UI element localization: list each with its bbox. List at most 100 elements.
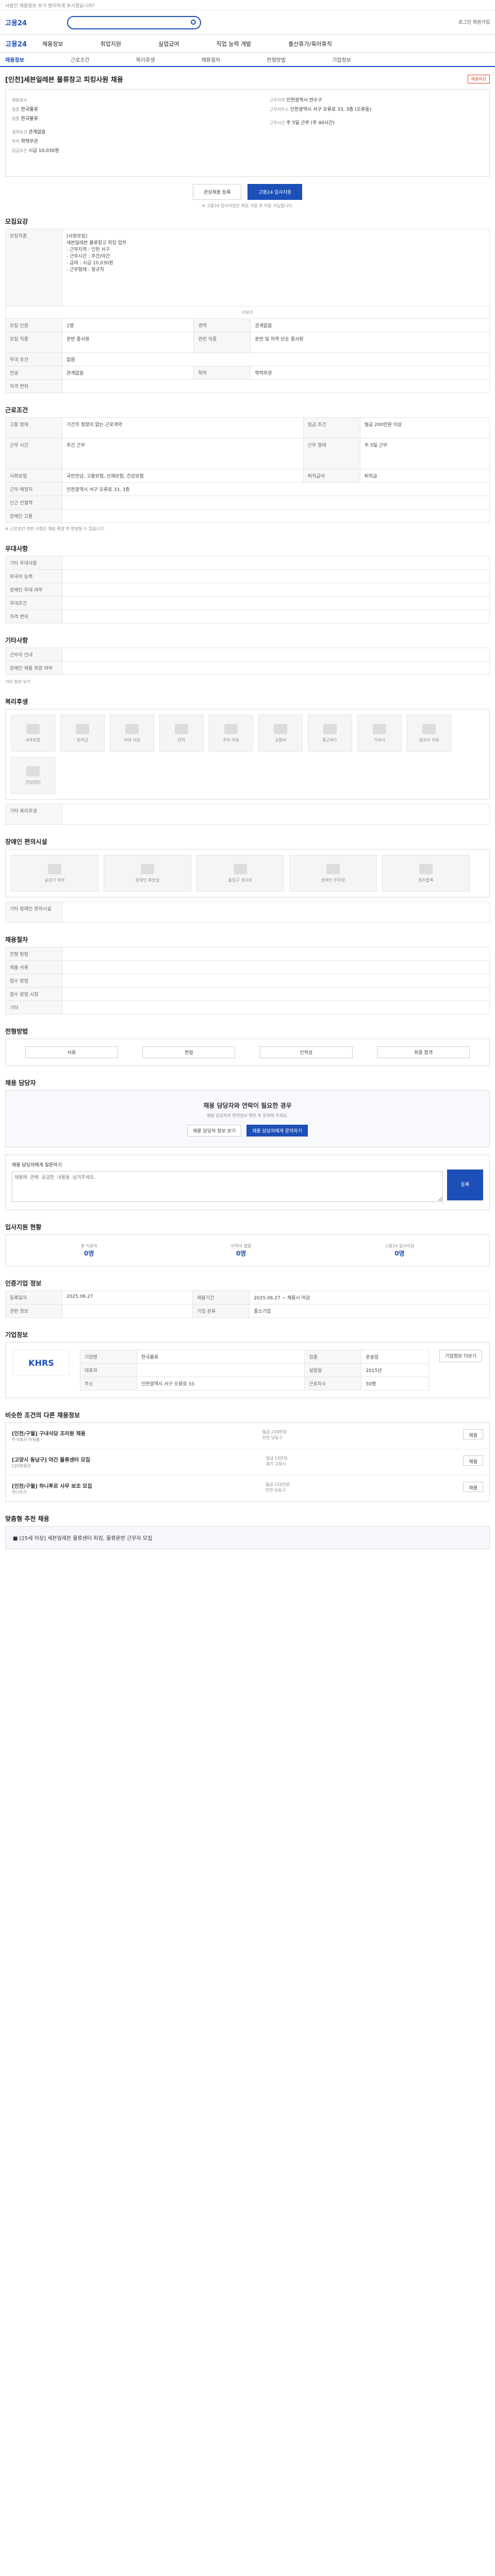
cond-row-value: 국민연금, 고용보험, 산재보험, 건강보험 [62,469,304,483]
tab-company[interactable]: 기업정보 [332,56,351,63]
detail-row-label: 모집 인원 [5,318,62,332]
company-row-value: 운송업 [361,1350,430,1364]
site-logo[interactable]: 고용24 [5,18,41,27]
top-notice-text: 사람인 채용정보 보기 편리하게 보시겠습니까? [5,4,95,9]
similar-item-title[interactable]: [인천/구월] 하니투르 사무 보조 모집 [12,1482,92,1489]
edu-label: 학력 [12,139,20,144]
pref-row-label: 외국어 능력 [5,569,62,583]
top-notice-bar: 사람인 채용정보 보기 편리하게 보시겠습니까? [0,0,495,10]
apply-button[interactable]: 고용24 입사지원 [248,184,303,200]
detail-row-label: 학력 [193,366,251,380]
search-icon[interactable] [191,19,196,25]
tab-welfare[interactable]: 복리후생 [136,56,155,63]
gnb-logo[interactable]: 고용24 [5,39,27,48]
gnb-item-benefit[interactable]: 실업급여 [158,40,179,48]
detail-more-button[interactable]: 더보기 [242,310,253,315]
cond-row-label: 퇴직급여 [303,469,360,483]
access-item: 승강기 여부 [11,855,98,892]
workplace-value: 인천광역시 서구 오류로 33, 3층 (오류동) [290,107,371,112]
access-item-label: 출입구 경사로 [228,877,253,883]
welfare-item-label: 4대보험 [26,737,40,742]
company-row-value [136,1363,305,1377]
detail-row-label: 경력 [193,318,251,332]
method-section-title: 전형방법 [5,1028,28,1035]
cond-row-label: 근무 예정지 [5,482,62,496]
welfare-item-label: 주차 지원 [223,737,239,742]
recommend-banner-text[interactable]: ■ [25세 이상] 세븐일레븐 물류센터 피킹, 물류운반 근무자 모집 [13,1534,482,1541]
welfare-item: 연차 [159,715,204,752]
cond-row-value [62,509,490,523]
gnb-item-leave[interactable]: 출산휴가/육아휴직 [288,40,332,48]
wage-value: 시급 10,030원 [28,148,59,154]
job-summary-box: 채용회사 업종 한국물류 업종 한국물류 경력조건 관계없음 학력 학력무관 임… [5,89,490,177]
detail-row-value: 관계없음 [61,366,194,380]
process-row-label: 제출 서류 [5,960,62,974]
similar-item-badge: 채용 [463,1429,483,1439]
welfare-item: 주차 지원 [209,715,253,752]
welfare-etc-table: 기타 복리후생 [5,804,490,825]
company-more-button[interactable]: 기업정보 더보기 [439,1350,482,1362]
process-row-value [62,987,490,1001]
cond-row-label: 근무 형태 [303,438,360,469]
header-user-menu[interactable]: 로그인 회원가입 [458,19,490,25]
similar-item-title[interactable]: [인천/구월] 구내식당 조리원 채용 [12,1429,86,1437]
process-row-label: 접수 방법 [5,974,62,988]
company-section-title: 기업정보 [5,1331,28,1338]
cond-row-label: 근무 시간 [5,438,62,469]
access-icon [326,863,340,874]
industry-label: 업종 [12,107,20,112]
search-input[interactable] [67,15,201,29]
company-box: KHRS 기업명 한국물류 업종 운송업 대표자 설립일 2015년 주소 인천광역시 서구… [5,1342,490,1398]
info-row-label: 관련 정보 [5,1304,62,1318]
info-section-title: 인증기업 정보 [5,1280,42,1287]
cond-row-label: 인근 전철역 [5,496,62,510]
detail-row-value: 학력무관 [250,366,490,380]
save-interest-button[interactable]: 관심채용 등록 [192,184,242,200]
cond-row-value [62,496,490,510]
contact-inquiry-button[interactable]: 채용 담당자에게 문의하기 [246,1125,308,1137]
etc-more-link[interactable]: 기타 정보 보기 [5,679,490,685]
pref-row-label: 기타 우대사항 [5,556,62,570]
tab-process[interactable]: 채용절차 [201,56,220,63]
similar-item-location: 인천 남동구 [262,1435,283,1440]
hours-label: 근무시간 [270,121,285,125]
similar-item-title[interactable]: [고양시 동남구] 야간 물류센터 모집 [12,1455,90,1463]
pref-row-value [62,569,490,583]
welfare-icon [175,723,188,734]
access-icon [419,863,433,874]
method-steps: 서류 면접 인적성 최종 합격 [5,1039,490,1066]
similar-item-wage: 월급 220만원 [262,1430,287,1434]
similar-item-location: 인천 남동구 [265,1488,286,1493]
gnb-item-training[interactable]: 직업 능력 개발 [216,40,251,48]
similar-item-location: 경기 고양시 [266,1462,286,1466]
welfare-icon [76,723,89,734]
detail-job-text: [사원모집] 세븐일레븐 물류창고 피킹 업무 - 근무지역 : 인천 서구 -… [62,229,490,307]
inquiry-textarea[interactable] [12,1171,443,1202]
hours-value: 주 5일 근무 (주 40시간) [286,121,335,126]
welfare-item-label: 퇴직금 [76,737,89,742]
list-item[interactable]: [고양시 동남구] 야간 물류센터 모집 CJ대한통운 일급 13만원 경기 고양시… [6,1449,489,1476]
contact-info-button[interactable]: 채용 담당자 정보 보기 [187,1125,242,1137]
recommend-banner[interactable]: ■ [25세 이상] 세븐일레븐 물류센터 피킹, 물류운반 근무자 모집 [5,1526,490,1549]
welfare-item: 퇴직금 [60,715,105,752]
job-title: [인천]세븐일레븐 물류창고 피킹사원 채용 [5,76,123,84]
access-etc-table: 기타 장애인 편의시설 [5,902,490,923]
industry-label-2: 업종 [12,116,20,121]
welfare-item-label: 식대 지원 [124,737,140,742]
gnb-item-jobs[interactable]: 채용정보 [42,40,63,48]
welfare-item-label: 연차 [177,737,186,742]
inquiry-submit-button[interactable]: 등록 [447,1170,483,1200]
detail-job-label: 모집직종 [5,229,62,307]
pref-section-title: 우대사항 [5,545,28,552]
gnb-item-support[interactable]: 취업지원 [101,40,121,48]
tab-conditions[interactable]: 근로조건 [71,56,90,63]
list-item[interactable]: [인천/구월] 하니투르 사무 보조 모집 하니투르 월급 210만원 인천 남동구… [6,1476,489,1501]
info-row-label: 기업 분류 [192,1304,250,1318]
company-name: 한국물류 [21,107,38,112]
info-row-label: 채용기간 [192,1291,250,1304]
tab-recruit[interactable]: 채용정보 [5,56,24,63]
company-row-label: 대표자 [80,1363,137,1377]
tab-method[interactable]: 전형방법 [267,56,286,63]
list-item[interactable]: [인천/구월] 구내식당 조리원 채용 주식회사 아워홈 월급 220만원 인천 남… [6,1423,489,1449]
similar-item-badge: 채용 [463,1482,483,1492]
